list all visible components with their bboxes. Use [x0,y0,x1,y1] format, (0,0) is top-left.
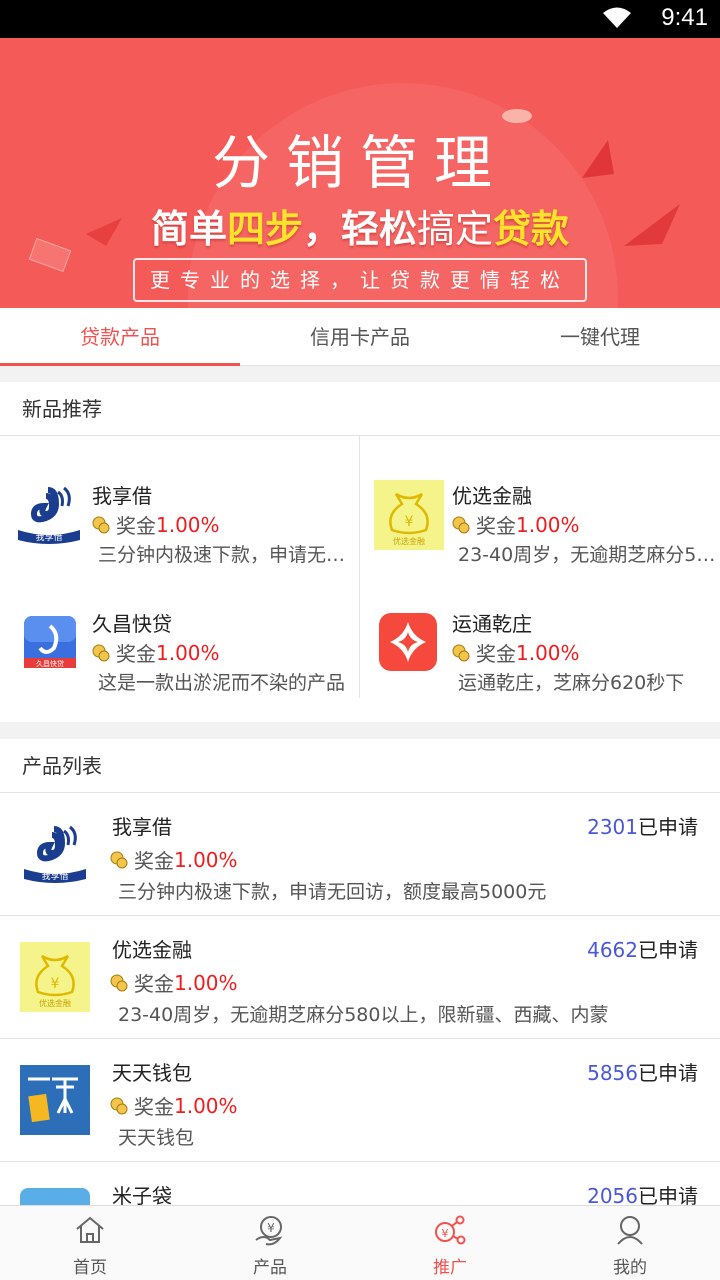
coin-icon [92,644,110,661]
tab-one-click-agent[interactable]: 一键代理 [480,308,720,365]
bottom-navigation: 首页 ¥ 产品 ¥ 推广 我的 [0,1205,720,1280]
promo-banner[interactable]: 分销管理 简单四步，轻松搞定贷款 更专业的选择，让贷款更情轻松 [0,38,720,308]
youxuan-logo-icon: ¥ 优选金融 [374,480,444,550]
list-item[interactable]: ¥ 优选金融 优选金融 4662已申请 奖金 1.00% 23-40周岁，无逾期芝… [0,916,720,1039]
list-item[interactable]: 我享借 我享借 2301已申请 奖金 1.00% 三分钟内极速下款，申请无回访，额… [0,793,720,916]
svg-text:¥: ¥ [442,1227,449,1240]
coin-icon [110,851,128,868]
new-product-card[interactable]: 久昌快贷 久昌快贷 奖金 1.00% 这是一款出淤泥而不染的产品 [14,608,359,718]
new-product-card[interactable]: 我享借 我享借 奖金1.00% 三分钟内极速下款，申请无回访，额度最高5000元 [14,480,359,590]
product-description: 23-40周岁，无逾期芝麻分580以上，限新疆、西藏、内蒙 [118,1004,609,1026]
product-description: 这是一款出淤泥而不染的产品 [98,672,346,694]
share-icon: ¥ [435,1215,466,1245]
new-product-card[interactable]: ¥ 优选金融 优选金融 奖金1.00% 23-40周岁，无逾期芝麻分580以上 [374,480,719,590]
bonus-info: 奖金 1.00% [110,1091,238,1120]
coin-icon [452,644,470,661]
bonus-info: 奖金 1.00% [110,968,238,997]
bonus-info: 奖金 1.00% [452,510,580,539]
bonus-info: 奖金 1.00% [110,845,238,874]
product-list-section: 产品列表 我享借 我享借 2301已申请 奖金 1.00% 三分钟内极速下款，申请… [0,739,720,1209]
wifi-icon [603,7,631,28]
apply-count: 2301已申请 [587,815,698,839]
apply-count: 4662已申请 [587,938,698,962]
product-description: 天天钱包 [118,1127,195,1149]
product-name: 优选金融 [452,484,532,508]
product-description: 23-40周岁，无逾期芝麻分580以上 [458,544,718,566]
new-product-card[interactable]: 运通乾庄 奖金 1.00% 运通乾庄，芝麻分620秒下 [374,608,719,718]
status-bar: 9:41 [0,0,720,38]
category-tabs: 贷款产品 信用卡产品 一键代理 [0,308,720,366]
svg-text:¥: ¥ [51,976,60,992]
coin-icon [110,974,128,991]
banner-subtitle: 更专业的选择，让贷款更情轻松 [133,258,587,302]
product-description: 运通乾庄，芝麻分620秒下 [458,672,685,694]
product-name: 久昌快贷 [92,612,172,636]
woxiangjie-logo-icon: 我享借 [14,480,84,550]
list-item[interactable]: 米子袋 2056已申请 [0,1162,720,1209]
product-name: 我享借 [112,815,172,839]
section-title: 产品列表 [0,739,720,793]
tab-credit-card-products[interactable]: 信用卡产品 [240,308,480,365]
bonus-info: 奖金 1.00% [452,638,580,667]
bonus-info: 奖金 1.00% [92,638,220,667]
nav-promotion[interactable]: ¥ 推广 [360,1206,540,1280]
banner-title: 分销管理 [211,129,508,197]
product-name: 天天钱包 [112,1061,192,1085]
nav-mine[interactable]: 我的 [540,1206,720,1280]
svg-text:我享借: 我享借 [41,870,68,882]
section-title: 新品推荐 [0,382,720,436]
woxiangjie-logo-icon: 我享借 [20,819,90,889]
coin-icon [92,516,110,533]
nav-products[interactable]: ¥ 产品 [180,1206,360,1280]
new-products-section: 新品推荐 我享借 我享借 奖金1.00% 三分钟内极速下款，申请无回访，额度最高… [0,382,720,722]
product-name: 优选金融 [112,938,192,962]
banner-slogan: 简单四步，轻松搞定贷款 [150,207,570,251]
tiantian-logo-icon [20,1065,90,1135]
svg-text:我享借: 我享借 [35,531,62,543]
svg-text:¥: ¥ [267,1221,275,1235]
coin-icon [110,1097,128,1114]
product-icon: ¥ [255,1216,283,1246]
apply-count: 5856已申请 [587,1061,698,1085]
product-name: 我享借 [92,484,152,508]
new-products-grid: 我享借 我享借 奖金1.00% 三分钟内极速下款，申请无回访，额度最高5000元… [0,436,720,722]
profile-icon [617,1216,643,1245]
svg-text:优选金融: 优选金融 [393,536,425,546]
home-icon [76,1216,104,1243]
tab-loan-products[interactable]: 贷款产品 [0,308,240,366]
yuntong-logo-icon [379,613,437,671]
status-time: 9:41 [661,4,708,31]
product-name: 运通乾庄 [452,612,532,636]
coin-icon [452,516,470,533]
svg-text:优选金融: 优选金融 [39,998,71,1008]
product-description: 三分钟内极速下款，申请无回访，额度最高5000元 [98,544,358,566]
youxuan-logo-icon: ¥ 优选金融 [20,942,90,1012]
bonus-info: 奖金 1.00% [92,510,220,539]
nav-home[interactable]: 首页 [0,1206,180,1280]
svg-text:久昌快贷: 久昌快贷 [36,659,64,668]
svg-text:¥: ¥ [405,514,414,530]
product-description: 三分钟内极速下款，申请无回访，额度最高5000元 [118,881,547,903]
list-item[interactable]: 天天钱包 5856已申请 奖金 1.00% 天天钱包 [0,1039,720,1162]
jiuchang-logo-icon: 久昌快贷 [24,616,76,668]
